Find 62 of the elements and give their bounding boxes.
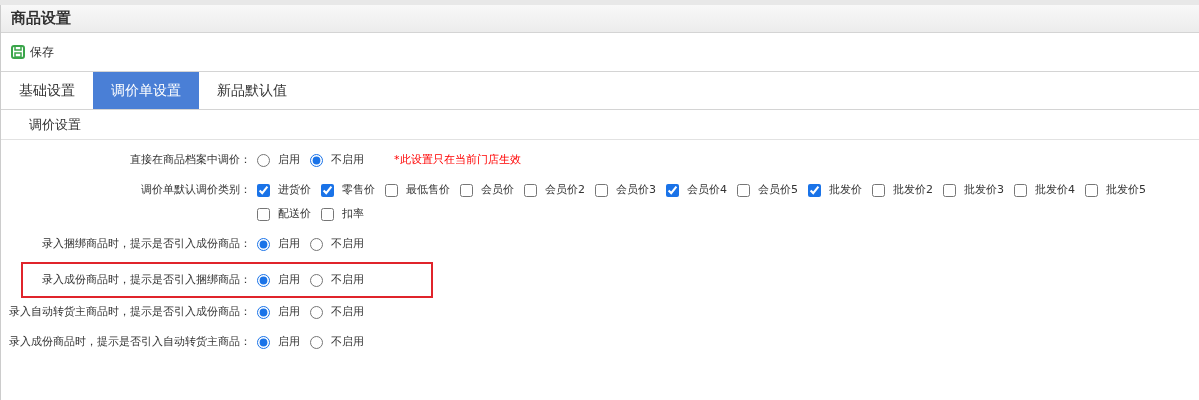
option-label[interactable]: 启用: [278, 150, 300, 170]
option-label[interactable]: 会员价4: [687, 180, 727, 200]
option-label[interactable]: 不启用: [331, 302, 364, 322]
radio-button[interactable]: [310, 335, 323, 349]
radio-button[interactable]: [257, 153, 270, 167]
setting-label: 调价单默认调价类别：: [140, 182, 252, 198]
save-button[interactable]: 保存: [11, 43, 54, 61]
save-icon: [11, 45, 25, 59]
radio-button[interactable]: [310, 153, 323, 167]
option-label[interactable]: 会员价5: [758, 180, 798, 200]
setting-label: 录入成份商品时，提示是否引入自动转货主商品：: [8, 334, 252, 350]
radio-button[interactable]: [257, 273, 270, 287]
radio-button[interactable]: [310, 305, 323, 319]
checkbox[interactable]: [524, 183, 537, 197]
option-label[interactable]: 配送价: [278, 204, 311, 224]
checkbox[interactable]: [808, 183, 821, 197]
radio-button[interactable]: [310, 237, 323, 251]
option-label[interactable]: 不启用: [331, 234, 364, 254]
option-label[interactable]: 批发价2: [893, 180, 933, 200]
radio-button[interactable]: [257, 305, 270, 319]
option-label[interactable]: 最低售价: [406, 180, 450, 200]
option-label[interactable]: 零售价: [342, 180, 375, 200]
checkbox[interactable]: [257, 183, 270, 197]
warning-note: *此设置只在当前门店生效: [394, 152, 521, 168]
option-label[interactable]: 启用: [278, 332, 300, 352]
checkbox[interactable]: [943, 183, 956, 197]
option-label[interactable]: 会员价2: [545, 180, 585, 200]
option-label[interactable]: 会员价: [481, 180, 514, 200]
setting-label: 录入自动转货主商品时，提示是否引入成份商品：: [8, 304, 252, 320]
checkbox[interactable]: [666, 183, 679, 197]
setting-label: 录入捆绑商品时，提示是否引入成份商品：: [41, 236, 252, 252]
radio-button[interactable]: [257, 335, 270, 349]
option-label[interactable]: 批发价3: [964, 180, 1004, 200]
option-label[interactable]: 启用: [278, 302, 300, 322]
checkbox[interactable]: [737, 183, 750, 197]
radio-button[interactable]: [257, 237, 270, 251]
option-label[interactable]: 启用: [278, 270, 300, 290]
radio-button[interactable]: [310, 273, 323, 287]
checkbox[interactable]: [1085, 183, 1098, 197]
option-label[interactable]: 不启用: [331, 270, 364, 290]
setting-label: 直接在商品档案中调价：: [129, 152, 252, 168]
section-title: 调价设置: [29, 115, 81, 134]
option-label[interactable]: 会员价3: [616, 180, 656, 200]
checkbox[interactable]: [321, 183, 334, 197]
checkbox[interactable]: [321, 207, 334, 221]
window-title: 商品设置: [11, 8, 71, 30]
checkbox[interactable]: [460, 183, 473, 197]
option-label[interactable]: 批发价: [829, 180, 862, 200]
option-label[interactable]: 不启用: [331, 332, 364, 352]
option-label[interactable]: 进货价: [278, 180, 311, 200]
setting-label: 录入成份商品时，提示是否引入捆绑商品：: [41, 272, 252, 288]
option-label[interactable]: 启用: [278, 234, 300, 254]
option-label[interactable]: 批发价5: [1106, 180, 1146, 200]
checkbox[interactable]: [1014, 183, 1027, 197]
option-label[interactable]: 扣率: [342, 204, 364, 224]
checkbox[interactable]: [595, 183, 608, 197]
checkbox[interactable]: [257, 207, 270, 221]
tab[interactable]: 调价单设置: [93, 72, 199, 109]
option-label[interactable]: 不启用: [331, 150, 364, 170]
checkbox[interactable]: [385, 183, 398, 197]
option-label[interactable]: 批发价4: [1035, 180, 1075, 200]
checkbox[interactable]: [872, 183, 885, 197]
